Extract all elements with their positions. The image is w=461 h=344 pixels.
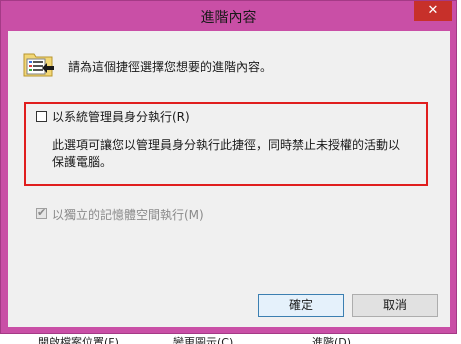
separate-memory-label: 以獨立的記憶體空間執行(M) — [52, 208, 204, 222]
dialog-title: 進階內容 — [200, 10, 257, 26]
background-open-location-button: 開啟檔案位置(F) — [38, 336, 119, 344]
cancel-button[interactable]: 取消 — [352, 294, 438, 317]
checkmark-icon: ✔ — [37, 206, 47, 219]
background-advanced-button: 進階(D)... — [312, 336, 362, 344]
shortcut-properties-icon — [23, 53, 54, 77]
screen: 開啟檔案位置(F) 變更圖示(C) 進階(D)... 進階內容 ✕ 請為這個捷徑… — [0, 0, 461, 344]
separate-memory-checkbox: ✔ — [36, 206, 47, 219]
dialog-body: 請為這個捷徑選擇您想要的進階內容。 以系統管理員身分執行(R) 此選項可讓您以管… — [8, 31, 450, 327]
advanced-properties-dialog: 進階內容 ✕ 請為這個捷徑選擇您想要的進階內容。 以系統管理員身分執行(R) 此… — [0, 0, 457, 334]
title-bar[interactable]: 進階內容 ✕ — [1, 1, 456, 31]
close-icon: ✕ — [427, 3, 439, 18]
background-change-icon-button: 變更圖示(C) — [173, 336, 234, 344]
run-as-admin-checkbox[interactable] — [36, 111, 47, 122]
ok-button[interactable]: 確定 — [258, 294, 344, 317]
close-button[interactable]: ✕ — [414, 1, 452, 21]
run-as-admin-label[interactable]: 以系統管理員身分執行(R) — [52, 108, 190, 125]
intro-text: 請為這個捷徑選擇您想要的進階內容。 — [68, 60, 273, 74]
run-as-admin-description: 此選項可讓您以管理員身分執行此捷徑，同時禁止未授權的活動以保護電腦。 — [52, 138, 401, 169]
